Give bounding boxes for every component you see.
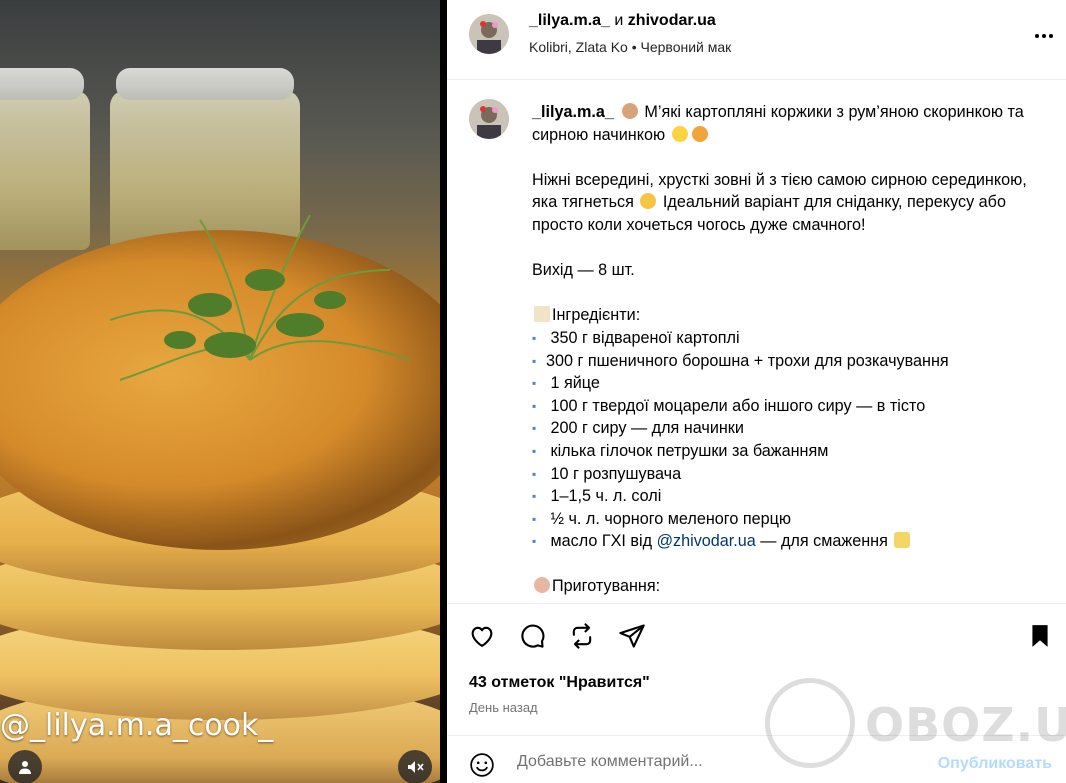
jar-image — [0, 68, 90, 250]
comment-button[interactable] — [517, 621, 547, 651]
comment-box: Опубликовать — [447, 735, 1066, 783]
list-item: ▪ 10 г розпушувача — [532, 463, 1052, 486]
authors-joiner: и — [614, 12, 624, 29]
audio-artist[interactable]: Kolibri, Zlata Ko — [529, 39, 628, 55]
avatar[interactable] — [469, 14, 509, 54]
post-date[interactable]: День назад — [469, 700, 538, 715]
list-item: ▪ масло ГХІ від @zhivodar.ua — для смаже… — [532, 530, 1052, 553]
cheese-emoji-icon — [671, 125, 688, 142]
like-button[interactable] — [467, 621, 497, 651]
bullet-icon: ▪ — [532, 330, 537, 345]
more-dot-icon — [1049, 34, 1053, 38]
list-item: ▪ 200 г сиру — для начинки — [532, 417, 1052, 440]
audio-info[interactable]: Kolibri, Zlata Ko • Червоний мак — [529, 39, 731, 55]
tongue-emoji-icon — [640, 193, 657, 210]
caption-text: _lilya.m.a_ М’які картопляні коржики з р… — [532, 101, 1052, 598]
audio-separator: • — [631, 39, 637, 55]
list-item: ▪ кілька гілочок петрушки за бажанням — [532, 440, 1052, 463]
caption-yield: Вихід — 8 шт. — [532, 261, 635, 280]
bullet-icon: ▪ — [532, 511, 537, 526]
bullet-icon: ▪ — [532, 398, 537, 413]
repost-button[interactable] — [567, 621, 597, 651]
caption-username[interactable]: _lilya.m.a_ — [532, 103, 614, 121]
video-watermark-handle: @_lilya.m.a_cook_ — [0, 708, 274, 743]
paper-plane-icon — [619, 624, 645, 648]
ingredients-list: ▪ 350 г відвареної картоплі ▪ 300 г пшени… — [532, 327, 1052, 553]
potato-emoji-icon — [621, 103, 638, 119]
repost-icon — [572, 623, 592, 649]
bullet-icon: ▪ — [532, 489, 537, 504]
list-item: ▪ 350 г відвареної картоплі — [532, 327, 1052, 350]
likes-count[interactable]: 43 отметок "Нравится" — [469, 674, 650, 692]
heart-eyes-emoji-icon — [691, 125, 708, 142]
mute-button[interactable] — [398, 750, 432, 783]
microgreens-garnish — [109, 214, 411, 381]
heart-icon — [471, 626, 493, 647]
comment-icon — [521, 624, 545, 648]
butter-emoji-icon — [894, 532, 911, 549]
user-icon — [19, 761, 31, 774]
tagged-users-button[interactable] — [8, 750, 42, 783]
list-item: ▪ 300 г пшеничного борошна + трохи для ро… — [532, 350, 1052, 373]
emoji-picker-button[interactable] — [467, 750, 497, 780]
post-authors: _lilya.m.a_ и zhivodar.ua — [529, 12, 716, 30]
audio-title[interactable]: Червоний мак — [641, 39, 732, 55]
cook-emoji-icon — [534, 577, 550, 594]
post-sidebar: _lilya.m.a_ и zhivodar.ua Kolibri, Zlata… — [447, 0, 1066, 783]
save-button[interactable] — [1025, 621, 1055, 651]
bullet-icon: ▪ — [532, 466, 537, 481]
list-item: ▪ 1–1,5 ч. л. солі — [532, 485, 1052, 508]
publish-button[interactable]: Опубликовать — [938, 755, 1052, 773]
more-dot-icon — [1042, 34, 1046, 38]
post-actions: 43 отметок "Нравится" День назад — [447, 603, 1066, 743]
list-item: ▪ 100 г твердої моцарели або іншого сиру… — [532, 395, 1052, 418]
memo-emoji-icon — [534, 306, 550, 323]
list-item: ▪ ½ ч. л. чорного меленого перцю — [532, 508, 1052, 531]
more-dot-icon — [1035, 34, 1039, 38]
comment-input[interactable] — [517, 750, 917, 774]
bullet-icon: ▪ — [532, 376, 537, 391]
bullet-icon: ▪ — [532, 534, 537, 549]
speaker-muted-icon — [408, 761, 424, 773]
coauthor-link[interactable]: zhivodar.ua — [628, 12, 716, 29]
share-button[interactable] — [617, 621, 647, 651]
post-media[interactable]: @_lilya.m.a_cook_ — [0, 0, 440, 783]
list-item: ▪ 1 яйце — [532, 372, 1052, 395]
more-options-button[interactable] — [1032, 24, 1056, 48]
bookmark-filled-icon — [1032, 625, 1048, 647]
author-link[interactable]: _lilya.m.a_ — [529, 12, 610, 29]
post-caption: _lilya.m.a_ М’які картопляні коржики з р… — [447, 81, 1066, 601]
mention-link[interactable]: @zhivodar.ua — [657, 532, 756, 550]
ingredients-title: Інгредієнти: — [552, 306, 641, 325]
smiley-icon — [470, 753, 494, 777]
bullet-icon: ▪ — [532, 353, 537, 368]
bullet-icon: ▪ — [532, 421, 537, 436]
post-header: _lilya.m.a_ и zhivodar.ua Kolibri, Zlata… — [447, 0, 1066, 80]
bullet-icon: ▪ — [532, 443, 537, 458]
avatar[interactable] — [469, 99, 509, 139]
method-title: Приготування: — [552, 577, 661, 596]
